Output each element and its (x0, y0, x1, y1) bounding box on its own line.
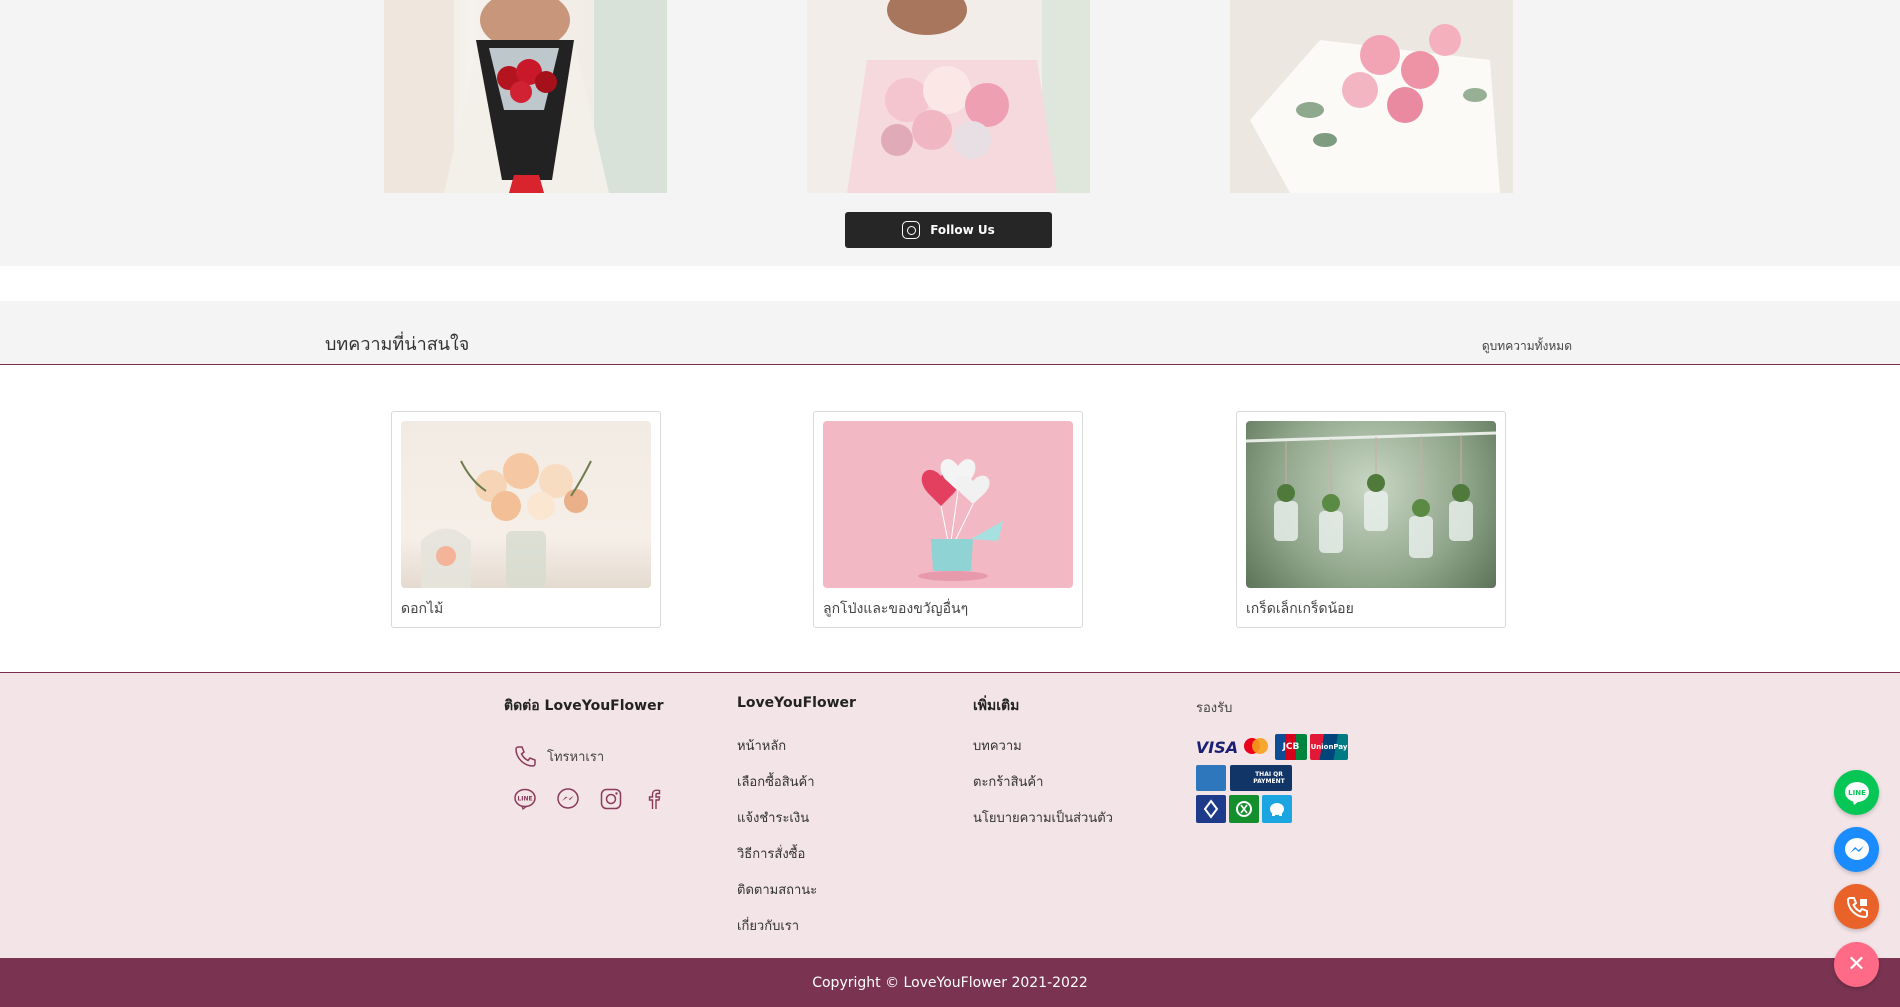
article-caption: ลูกโป่งและของขวัญอื่นๆ (823, 601, 969, 617)
footer-link-home[interactable]: หน้าหลัก (737, 735, 786, 756)
messenger-icon (1844, 837, 1869, 860)
articles-header: บทความที่น่าสนใจ ดูบทความทั้งหมด (0, 301, 1900, 365)
footer-link-shop[interactable]: เลือกซื้อสินค้า (737, 771, 815, 792)
bank-logo-bangkok (1196, 795, 1226, 823)
thai-qr-logo: THAI QR PAYMENT (1230, 765, 1292, 791)
thai-qr-label: THAI QR PAYMENT (1253, 771, 1285, 785)
visa-logo: VISA (1195, 737, 1239, 757)
article-caption: เกร็ดเล็กเกร็ดน้อย (1246, 601, 1354, 617)
line-chat-button[interactable]: LINE (1834, 770, 1879, 815)
phone-icon (515, 746, 536, 767)
instagram-photo-pink-bouquet[interactable] (807, 0, 1090, 193)
facebook-icon[interactable] (642, 787, 666, 811)
copyright-bar: Copyright © LoveYouFlower 2021-2022 (0, 958, 1900, 1007)
footer-contact-title: ติดต่อ LoveYouFlower (504, 698, 664, 714)
article-card-flowers[interactable]: ดอกไม้ (391, 411, 661, 628)
close-icon: ✕ (1847, 952, 1866, 977)
footer-link-about-us[interactable]: เกี่ยวกับเรา (737, 915, 799, 936)
footer-link-privacy-policy[interactable]: นโยบายความเป็นส่วนตัว (973, 807, 1113, 828)
close-contact-menu-button[interactable]: ✕ (1834, 942, 1879, 987)
article-caption: ดอกไม้ (401, 601, 444, 617)
svg-text:LINE: LINE (1848, 789, 1866, 797)
amex-logo (1196, 765, 1226, 791)
view-all-articles-link[interactable]: ดูบทความทั้งหมด (1482, 337, 1572, 356)
article-thumbnail (1246, 421, 1496, 588)
article-thumbnail (823, 421, 1073, 588)
footer-link-how-to-order[interactable]: วิธีการสั่งซื้อ (737, 843, 805, 864)
call-button[interactable] (1834, 884, 1879, 929)
follow-us-label: Follow Us (930, 223, 995, 237)
instagram-photo-rose-bouquet[interactable] (1230, 0, 1513, 193)
phone-icon (1846, 896, 1868, 918)
messenger-icon[interactable] (556, 787, 580, 811)
article-card-balloons[interactable]: ลูกโป่งและของขวัญอื่นๆ (813, 411, 1083, 628)
footer-link-payment-notice[interactable]: แจ้งชำระเงิน (737, 807, 809, 828)
footer-more-title: เพิ่มเติม (973, 698, 1020, 714)
mastercard-logo (1240, 734, 1272, 760)
footer-payments-title: รองรับ (1196, 701, 1233, 716)
line-icon: LINE (1844, 781, 1869, 805)
jcb-logo: JCB (1275, 734, 1307, 760)
copyright-text: Copyright © LoveYouFlower 2021-2022 (812, 974, 1088, 991)
instagram-icon (902, 221, 921, 239)
instagram-icon[interactable] (599, 787, 623, 811)
unionpay-logo: UnionPay (1310, 734, 1348, 760)
articles-title: บทความที่น่าสนใจ (325, 334, 470, 355)
messenger-chat-button[interactable] (1834, 827, 1879, 872)
footer-link-articles[interactable]: บทความ (973, 735, 1022, 756)
article-card-tips[interactable]: เกร็ดเล็กเกร็ดน้อย (1236, 411, 1506, 628)
instagram-photo-red-roses[interactable] (384, 0, 667, 193)
call-us-link[interactable]: โทรหาเรา (513, 744, 604, 768)
bank-logo-krungthai (1262, 795, 1292, 823)
follow-us-button[interactable]: Follow Us (845, 212, 1052, 248)
call-us-label: โทรหาเรา (547, 749, 605, 765)
bank-logo-kasikorn (1229, 795, 1259, 823)
line-icon[interactable]: LINE (513, 787, 537, 811)
svg-text:LINE: LINE (517, 796, 532, 803)
instagram-section: Follow Us (0, 0, 1900, 266)
footer (0, 672, 1900, 958)
footer-brand-title: LoveYouFlower (737, 695, 856, 711)
article-thumbnail (401, 421, 651, 588)
footer-link-track-order[interactable]: ติดตามสถานะ (737, 879, 817, 900)
footer-link-cart[interactable]: ตะกร้าสินค้า (973, 771, 1043, 792)
